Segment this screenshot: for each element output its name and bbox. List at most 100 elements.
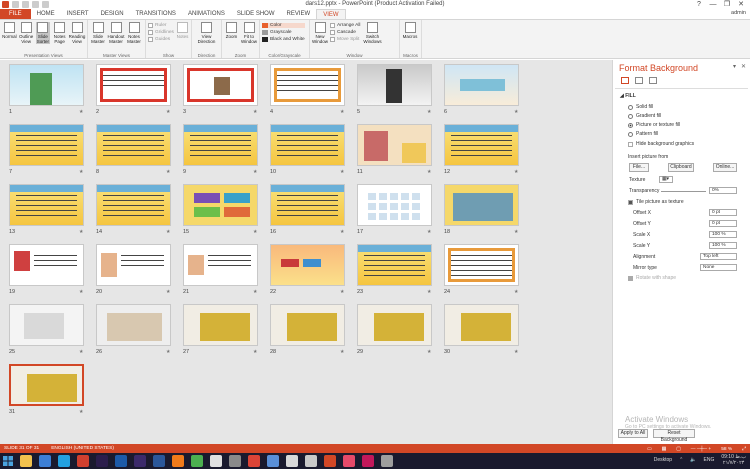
slide-transition-icon[interactable]: ★ [253, 109, 257, 115]
slide-transition-icon[interactable]: ★ [514, 289, 518, 295]
outline-view-button[interactable]: Outline View [19, 22, 34, 44]
slide-transition-icon[interactable]: ★ [340, 169, 344, 175]
reset-background-button[interactable]: Reset Background [653, 429, 695, 443]
slide-transition-icon[interactable]: ★ [427, 349, 431, 355]
macros-button[interactable]: Macros [402, 22, 418, 39]
solid-fill-radio[interactable]: Solid fill [628, 104, 653, 110]
minimize-button[interactable]: — [706, 0, 720, 9]
slide-thumbnail[interactable] [9, 124, 84, 166]
slide-sorter-area[interactable]: 1 ★ 2 ★ 3 ★ 4 ★ 5 ★ 6 ★ 7 ★ 8 ★ 9 ★ 10 ★ 11 ★ 12 ★ 13 ★ 14 ★ 15 ★ 16 ★ 1… [0, 60, 612, 444]
pane-options-icon[interactable]: ▾ [733, 63, 736, 70]
slide-transition-icon[interactable]: ★ [253, 349, 257, 355]
slide-transition-icon[interactable]: ★ [340, 289, 344, 295]
fit-to-window-button[interactable]: Fit to Window [241, 22, 257, 44]
texture-dropdown[interactable]: ▦▾ [659, 176, 673, 183]
mail-icon[interactable] [305, 455, 317, 467]
ruler-checkbox[interactable]: Ruler [148, 23, 174, 28]
notes-master-button[interactable]: Notes Master [126, 22, 142, 44]
apply-to-all-button[interactable]: Apply to All [618, 429, 648, 438]
slide-thumbnail[interactable] [444, 124, 519, 166]
slide-transition-icon[interactable]: ★ [79, 289, 83, 295]
slide-thumbnail[interactable] [96, 124, 171, 166]
slide-thumbnail[interactable] [96, 184, 171, 226]
clock[interactable]: 09:10 ب.ظ ۲۱/۷/۲۰۲۴ [721, 454, 746, 466]
pane-close-icon[interactable]: ✕ [741, 63, 746, 70]
picture-icon[interactable] [649, 77, 657, 84]
arrange-all-button[interactable]: Arrange All [330, 23, 360, 28]
media-player-icon[interactable] [39, 455, 51, 467]
slide-thumbnail[interactable] [357, 64, 432, 106]
restore-button[interactable]: ❐ [720, 0, 734, 9]
slide-thumbnail[interactable] [270, 304, 345, 346]
offset-y-input[interactable]: 0 pt [709, 220, 737, 227]
slide-thumbnail[interactable] [444, 244, 519, 286]
switch-windows-button[interactable]: Switch Windows [362, 22, 382, 44]
slide-thumbnail[interactable] [183, 244, 258, 286]
slide-thumbnail[interactable] [96, 64, 171, 106]
zoom-button[interactable]: Zoom [224, 22, 239, 39]
media-icon[interactable] [210, 455, 222, 467]
slide-transition-icon[interactable]: ★ [340, 229, 344, 235]
tab-transitions[interactable]: TRANSITIONS [130, 9, 182, 19]
help-button[interactable]: ? [692, 0, 706, 9]
normal-view-button[interactable]: Normal [2, 22, 17, 39]
slide-thumbnail[interactable] [357, 304, 432, 346]
language-indicator[interactable]: ENGLISH (UNITED STATES) [51, 446, 114, 451]
word-icon[interactable] [153, 455, 165, 467]
view-direction-button[interactable]: View Direction [194, 22, 219, 44]
cascade-button[interactable]: Cascade [330, 30, 360, 35]
tab-insert[interactable]: INSERT [61, 9, 95, 19]
slide-transition-icon[interactable]: ★ [253, 169, 257, 175]
media-alt-icon[interactable] [362, 455, 374, 467]
tab-animations[interactable]: ANIMATIONS [182, 9, 231, 19]
new-window-button[interactable]: New Window [312, 22, 328, 44]
tray-arrow-icon[interactable]: ⌃ [679, 457, 683, 463]
browser-icon[interactable] [267, 455, 279, 467]
gridlines-checkbox[interactable]: Gridlines [148, 30, 174, 35]
slide-transition-icon[interactable]: ★ [79, 229, 83, 235]
slide-thumbnail[interactable] [270, 64, 345, 106]
user-name[interactable]: admin [731, 10, 746, 16]
slide-thumbnail[interactable] [357, 124, 432, 166]
slide-thumbnail[interactable] [9, 64, 84, 106]
zoom-percent[interactable]: 58 % [721, 447, 732, 452]
slide-thumbnail[interactable] [9, 184, 84, 226]
slide-transition-icon[interactable]: ★ [79, 409, 83, 415]
picture-texture-fill-radio[interactable]: Picture or texture fill [628, 122, 680, 128]
tile-picture-checkbox[interactable]: Tile picture as texture [628, 199, 684, 205]
slide-transition-icon[interactable]: ★ [514, 169, 518, 175]
chrome-icon[interactable] [191, 455, 203, 467]
pdf-reader-icon[interactable] [77, 455, 89, 467]
chrome-alt-icon[interactable] [248, 455, 260, 467]
transparency-slider[interactable] [661, 191, 706, 192]
windows-start-icon[interactable] [3, 456, 13, 466]
slide-transition-icon[interactable]: ★ [79, 169, 83, 175]
slide-transition-icon[interactable]: ★ [166, 349, 170, 355]
language-indicator-tray[interactable]: ENG [704, 457, 715, 463]
slide-transition-icon[interactable]: ★ [79, 109, 83, 115]
handout-master-button[interactable]: Handout Master [108, 22, 125, 44]
app-icon[interactable] [381, 455, 393, 467]
tab-slide-show[interactable]: SLIDE SHOW [231, 9, 281, 19]
slide-transition-icon[interactable]: ★ [514, 109, 518, 115]
slide-thumbnail[interactable] [444, 184, 519, 226]
photos-icon[interactable] [286, 455, 298, 467]
slide-transition-icon[interactable]: ★ [514, 349, 518, 355]
slide-thumbnail[interactable] [270, 184, 345, 226]
slide-thumbnail[interactable] [270, 244, 345, 286]
slide-sorter-button[interactable]: Slide Sorter [35, 22, 51, 44]
offset-x-input[interactable]: 0 pt [709, 209, 737, 216]
slide-thumbnail[interactable] [270, 124, 345, 166]
tab-review[interactable]: REVIEW [281, 9, 317, 19]
reading-view-status-icon[interactable]: ▢ [676, 447, 681, 452]
fill-section-header[interactable]: ◢ FILL [620, 93, 636, 99]
slide-thumbnail[interactable] [9, 364, 84, 406]
notes-button[interactable]: Notes [176, 22, 189, 39]
alignment-dropdown[interactable]: Top left [700, 253, 737, 260]
slide-thumbnail[interactable] [183, 184, 258, 226]
slide-transition-icon[interactable]: ★ [340, 349, 344, 355]
reading-view-button[interactable]: Reading View [69, 22, 85, 44]
slide-thumbnail[interactable] [357, 244, 432, 286]
slide-transition-icon[interactable]: ★ [166, 289, 170, 295]
tab-home[interactable]: HOME [31, 9, 61, 19]
